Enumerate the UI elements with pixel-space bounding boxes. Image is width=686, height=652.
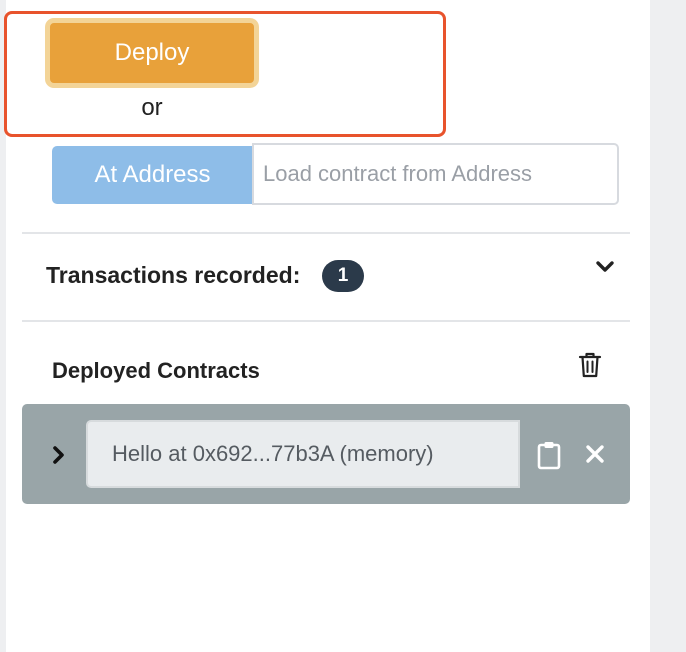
chevron-down-icon[interactable]: [594, 258, 616, 276]
at-address-button[interactable]: At Address: [52, 146, 253, 204]
deployed-contracts-title: Deployed Contracts: [52, 358, 260, 383]
deployed-contract-item: Hello at 0x692...77b3A (memory): [22, 404, 630, 504]
close-icon[interactable]: [585, 444, 605, 464]
section-divider: [22, 232, 630, 234]
chevron-right-icon[interactable]: [50, 444, 68, 466]
transactions-count-badge: 1: [322, 260, 364, 292]
clipboard-icon[interactable]: [536, 440, 562, 470]
deploy-button[interactable]: Deploy: [45, 18, 259, 88]
trash-icon[interactable]: [578, 352, 602, 378]
or-label: or: [141, 94, 163, 121]
deployed-contract-name[interactable]: Hello at 0x692...77b3A (memory): [86, 420, 520, 488]
right-panel-edge: [650, 0, 686, 652]
section-divider: [22, 320, 630, 322]
contract-address-input[interactable]: [252, 143, 619, 205]
transactions-recorded-label: Transactions recorded:: [46, 262, 301, 288]
